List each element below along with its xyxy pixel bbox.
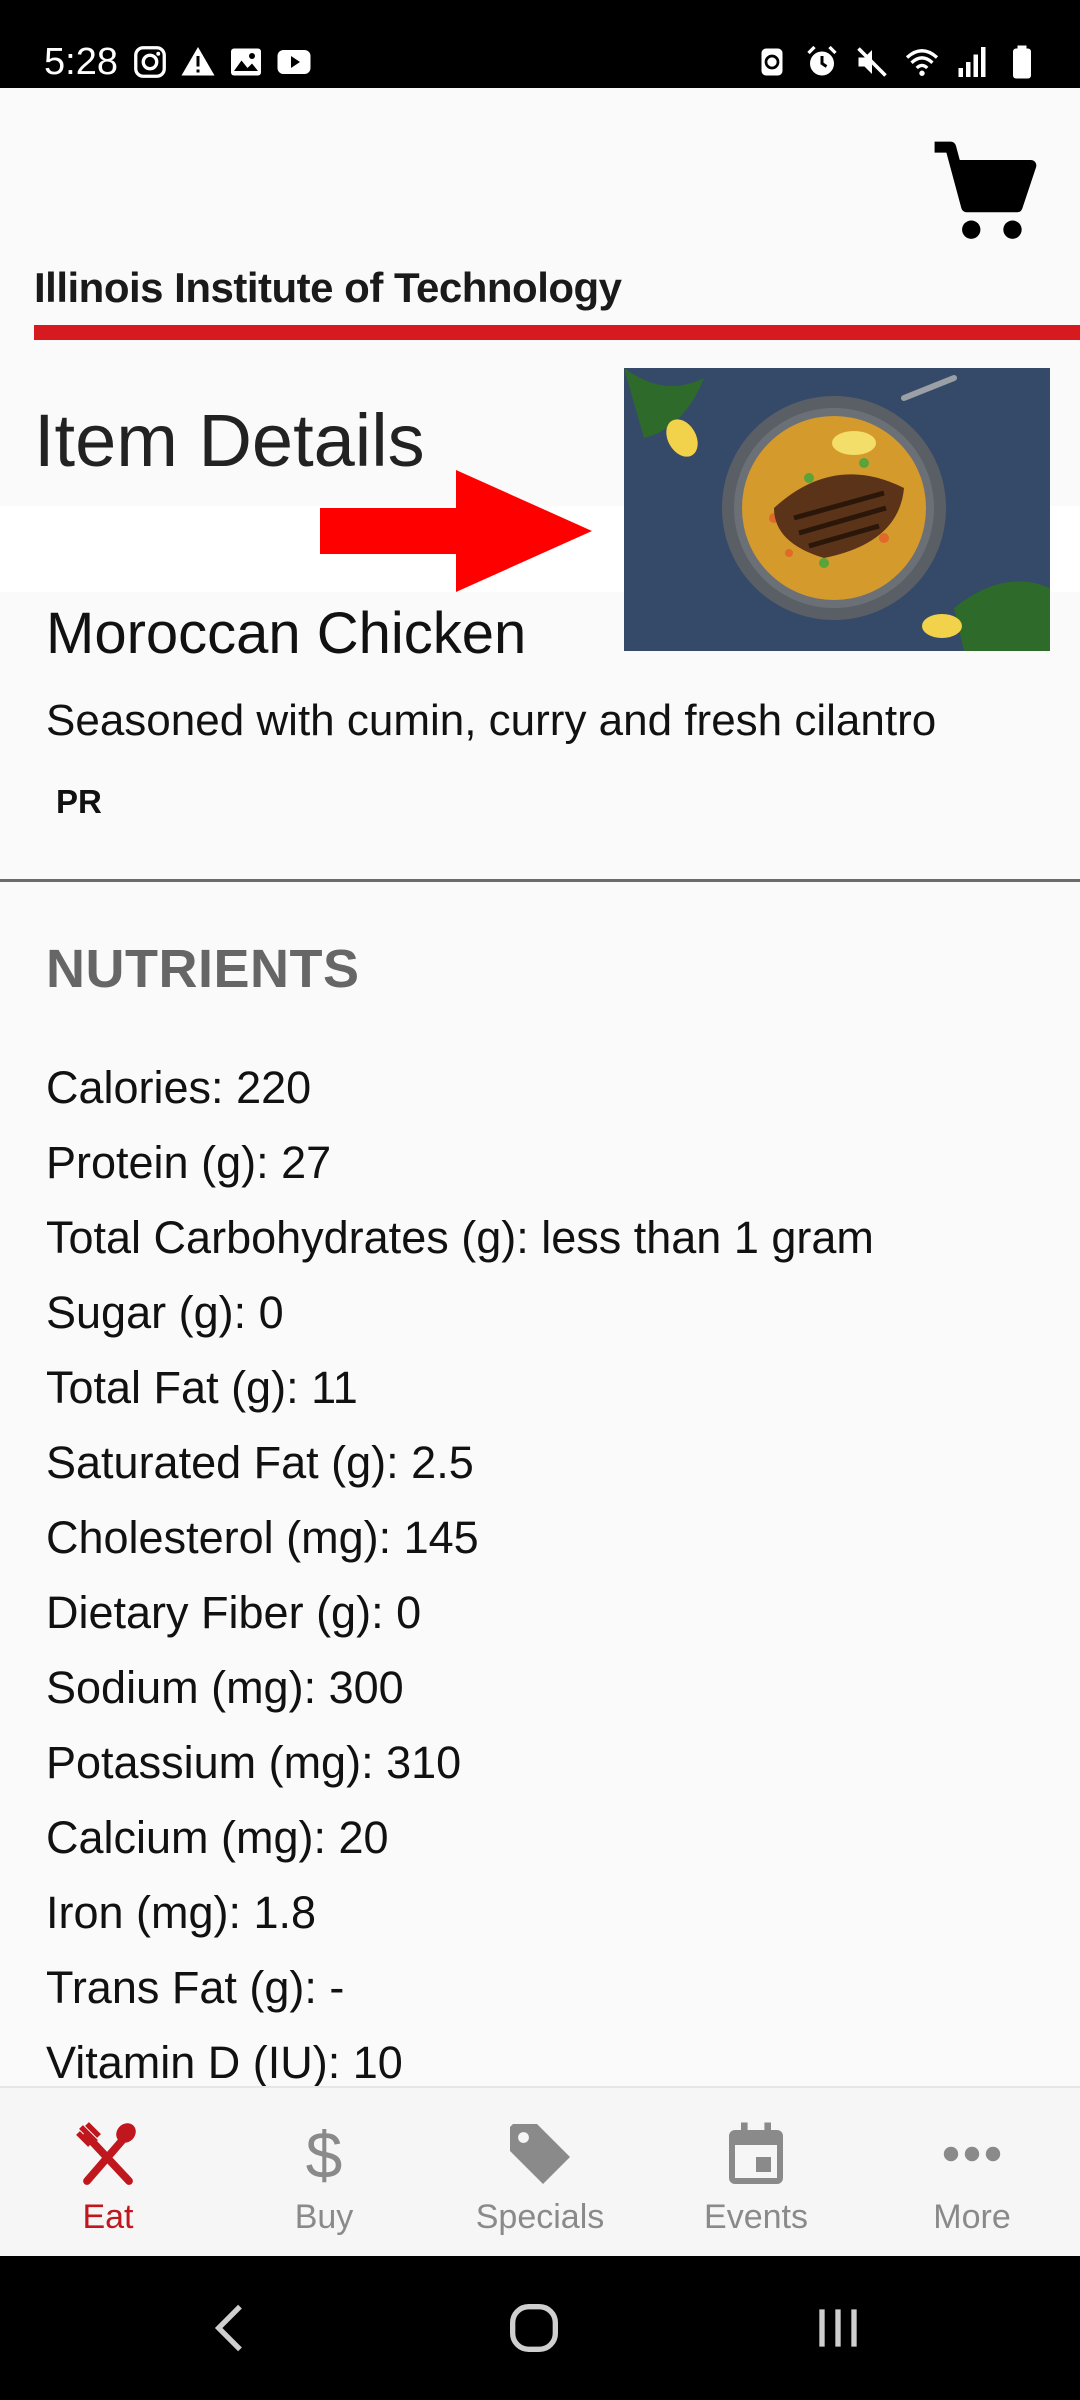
app-header: Illinois Institute of Technology xyxy=(0,88,1080,342)
status-left-icons xyxy=(132,44,312,80)
nav-buy-label: Buy xyxy=(294,2198,354,2236)
warning-icon xyxy=(181,47,215,76)
nav-specials-label: Specials xyxy=(475,2198,605,2236)
org-name: Illinois Institute of Technology xyxy=(34,264,622,311)
sync-icon xyxy=(761,48,783,76)
recents-icon[interactable] xyxy=(806,2296,870,2360)
tag-icon xyxy=(510,2124,570,2184)
nutrient-item: Total Fat (g): 11 xyxy=(46,1362,358,1413)
nutrient-item: Calcium (mg): 20 xyxy=(46,1812,389,1863)
nutrient-item: Sugar (g): 0 xyxy=(46,1287,284,1338)
nav-eat[interactable]: Eat xyxy=(0,2088,216,2256)
youtube-icon xyxy=(277,50,311,74)
svg-text:$: $ xyxy=(306,2118,343,2190)
nutrient-item: Calories: 220 xyxy=(46,1062,312,1113)
nutrient-item: Total Carbohydrates (g): less than 1 gra… xyxy=(46,1212,874,1263)
home-icon[interactable] xyxy=(502,2296,566,2360)
nutrient-item: Iron (mg): 1.8 xyxy=(46,1887,317,1938)
calendar-icon xyxy=(729,2122,783,2184)
status-time: 5:28 xyxy=(44,41,118,83)
fork-knife-icon xyxy=(76,2122,136,2185)
instagram-icon xyxy=(134,46,166,78)
bottom-nav: Eat $ Buy Specials Events More xyxy=(0,2086,1080,2256)
nav-more-label: More xyxy=(933,2198,1011,2236)
nav-buy[interactable]: $ Buy xyxy=(216,2088,432,2256)
mute-icon xyxy=(857,47,887,77)
battery-icon xyxy=(1013,45,1031,79)
nav-eat-label: Eat xyxy=(82,2198,134,2236)
signal-icon xyxy=(958,47,986,77)
wifi-icon xyxy=(905,49,939,76)
arrow-right-icon xyxy=(320,470,592,592)
back-icon[interactable] xyxy=(200,2296,264,2360)
header-divider xyxy=(34,325,1080,340)
status-bar: 5:28 xyxy=(0,0,1080,88)
item-tag: PR xyxy=(56,783,102,820)
nav-specials[interactable]: Specials xyxy=(432,2088,648,2256)
nutrient-item: Dietary Fiber (g): 0 xyxy=(46,1587,422,1638)
nav-events[interactable]: Events xyxy=(648,2088,864,2256)
nutrients-heading: NUTRIENTS xyxy=(46,939,360,999)
section-divider xyxy=(0,879,1080,882)
dollar-icon: $ xyxy=(306,2118,343,2190)
alarm-icon xyxy=(807,45,837,76)
image-icon xyxy=(231,48,261,76)
nutrient-item: Protein (g): 27 xyxy=(46,1137,332,1188)
more-icon xyxy=(943,2146,1001,2162)
food-photo xyxy=(624,368,1050,651)
nutrient-item: Sodium (mg): 300 xyxy=(46,1662,404,1713)
status-right-icons xyxy=(754,44,1040,80)
cart-icon[interactable] xyxy=(930,138,1040,248)
nav-events-label: Events xyxy=(704,2198,808,2236)
system-nav-bar xyxy=(0,2256,1080,2400)
nutrient-item: Saturated Fat (g): 2.5 xyxy=(46,1437,474,1488)
nutrient-list: Calories: 220 Protein (g): 27 Total Carb… xyxy=(46,1050,874,2100)
nutrient-item: Trans Fat (g): - xyxy=(46,1962,345,2013)
nav-more[interactable]: More xyxy=(864,2088,1080,2256)
item-name: Moroccan Chicken xyxy=(46,601,527,666)
item-description: Seasoned with cumin, curry and fresh cil… xyxy=(46,696,937,745)
nutrient-item: Potassium (mg): 310 xyxy=(46,1737,462,1788)
nutrient-item: Cholesterol (mg): 145 xyxy=(46,1512,479,1563)
